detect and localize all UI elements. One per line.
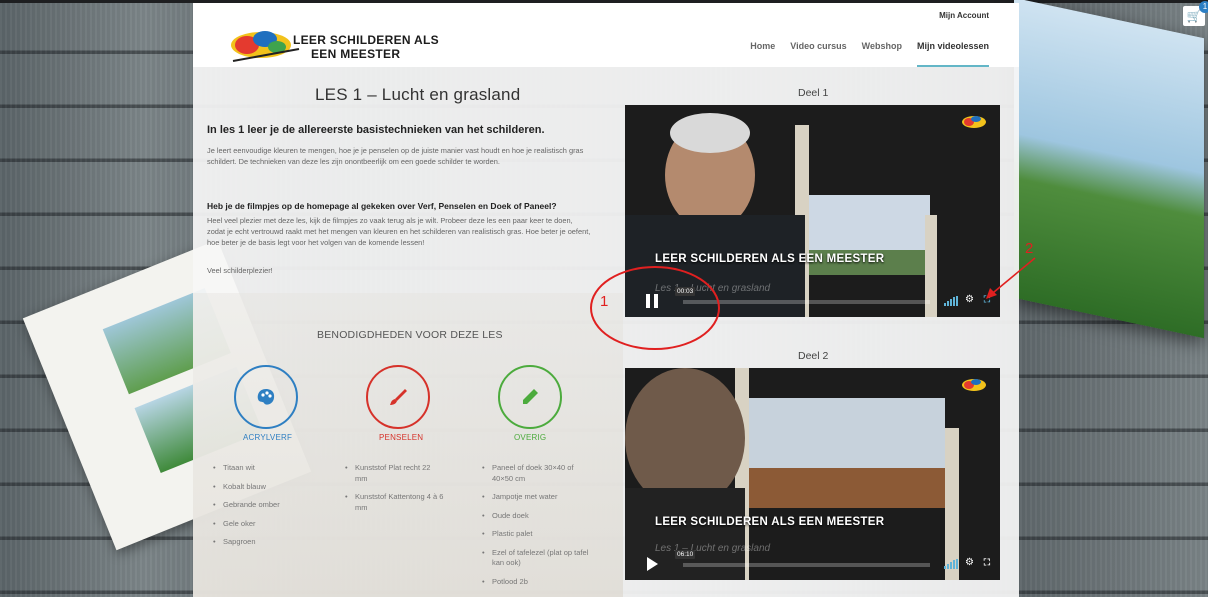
acrylverf-list: Titaan wit Kobalt blauw Gebrande omber G… bbox=[213, 463, 323, 556]
site-header: Mijn Account LEER SCHILDEREN ALS EEN MEE… bbox=[193, 3, 1019, 67]
list-item: Kobalt blauw bbox=[213, 482, 323, 493]
lesson-intro: Je leert eenvoudige kleuren te mengen, h… bbox=[207, 146, 584, 166]
video-player-2[interactable]: LEER SCHILDEREN ALS EEN MEESTER Les 1 – … bbox=[625, 368, 1000, 580]
list-item: Sapgroen bbox=[213, 537, 323, 548]
penselen-list: Kunststof Plat recht 22 mm Kunststof Kat… bbox=[345, 463, 445, 521]
overig-list: Paneel of doek 30×40 of 40×50 cm Jampotj… bbox=[482, 463, 592, 595]
video-2-time: 06:10 bbox=[675, 550, 696, 559]
annotation-arrow-2 bbox=[986, 257, 1036, 299]
pencil-icon bbox=[523, 389, 538, 404]
overig-label: OVERIG bbox=[514, 433, 547, 442]
overig-circle bbox=[498, 365, 562, 429]
site-logo-text[interactable]: LEER SCHILDEREN ALS EEN MEESTER bbox=[293, 33, 439, 61]
account-link[interactable]: Mijn Account bbox=[939, 11, 989, 20]
list-item: Oude doek bbox=[482, 511, 592, 522]
acrylverf-label: ACRYLVERF bbox=[243, 433, 293, 442]
main-nav: Home Video cursus Webshop Mijn videoless… bbox=[750, 41, 989, 67]
lesson-question: Heb je de filmpjes op de homepage al gek… bbox=[207, 201, 557, 211]
list-item: Jampotje met water bbox=[482, 492, 592, 503]
fullscreen-icon[interactable]: ⛶ bbox=[984, 557, 990, 568]
nav-home[interactable]: Home bbox=[750, 41, 775, 67]
nav-video-cursus[interactable]: Video cursus bbox=[790, 41, 846, 67]
lesson-heading: In les 1 leer je de allereerste basistec… bbox=[207, 124, 545, 136]
annotation-number-1: 1 bbox=[600, 293, 609, 310]
cart-button[interactable]: 🛒 1 bbox=[1183, 1, 1208, 26]
penselen-circle bbox=[366, 365, 430, 429]
settings-gear-icon[interactable]: ⚙ bbox=[965, 557, 974, 568]
video-1-label: Deel 1 bbox=[798, 87, 829, 99]
lesson-closing: Veel schilderplezier! bbox=[207, 266, 273, 275]
paint-palette-icon bbox=[257, 389, 275, 405]
supplies-heading: BENODIGDHEDEN VOOR DEZE LES bbox=[317, 329, 503, 341]
video-2-overlay-title: LEER SCHILDEREN ALS EEN MEESTER bbox=[655, 516, 885, 528]
palette-watermark-icon bbox=[962, 116, 986, 128]
list-item: Kunststof Kattentong 4 à 6 mm bbox=[345, 492, 445, 513]
video-1-progress-track[interactable] bbox=[683, 300, 930, 304]
annotation-circle-1 bbox=[590, 266, 720, 350]
video-2-progress-track[interactable] bbox=[683, 563, 930, 567]
list-item: Potlood 2b bbox=[482, 577, 592, 588]
video-2-controls: 06:10 ⚙ ⛶ bbox=[625, 546, 1000, 580]
settings-gear-icon[interactable]: ⚙ bbox=[965, 294, 974, 305]
list-item: Gebrande omber bbox=[213, 500, 323, 511]
acrylverf-circle bbox=[234, 365, 298, 429]
penselen-label: PENSELEN bbox=[379, 433, 424, 442]
painting-decoration bbox=[1014, 0, 1204, 339]
video-1-overlay-title: LEER SCHILDEREN ALS EEN MEESTER bbox=[655, 253, 885, 265]
logo-line-2: EEN MEESTER bbox=[311, 47, 401, 61]
paintbrush-icon bbox=[390, 389, 407, 405]
list-item: Plastic palet bbox=[482, 529, 592, 540]
list-item: Gele oker bbox=[213, 519, 323, 530]
lesson-body: Heel veel plezier met deze les, kijk de … bbox=[207, 216, 591, 247]
list-item: Paneel of doek 30×40 of 40×50 cm bbox=[482, 463, 592, 484]
nav-webshop[interactable]: Webshop bbox=[862, 41, 902, 67]
palette-watermark-icon bbox=[962, 379, 986, 391]
play-icon[interactable] bbox=[645, 556, 659, 572]
cart-count-badge: 1 bbox=[1199, 1, 1208, 13]
cart-icon: 🛒 bbox=[1186, 9, 1202, 23]
logo-line-1: LEER SCHILDEREN ALS bbox=[293, 33, 439, 47]
list-item: Kunststof Plat recht 22 mm bbox=[345, 463, 445, 484]
volume-icon[interactable] bbox=[944, 296, 958, 306]
video-2-label: Deel 2 bbox=[798, 350, 829, 362]
lesson-title: LES 1 – Lucht en grasland bbox=[315, 85, 521, 104]
nav-mijn-videolessen[interactable]: Mijn videolessen bbox=[916, 41, 989, 67]
list-item: Ezel of tafelezel (plat op tafel kan ook… bbox=[482, 548, 592, 569]
volume-icon[interactable] bbox=[944, 559, 958, 569]
list-item: Titaan wit bbox=[213, 463, 323, 474]
